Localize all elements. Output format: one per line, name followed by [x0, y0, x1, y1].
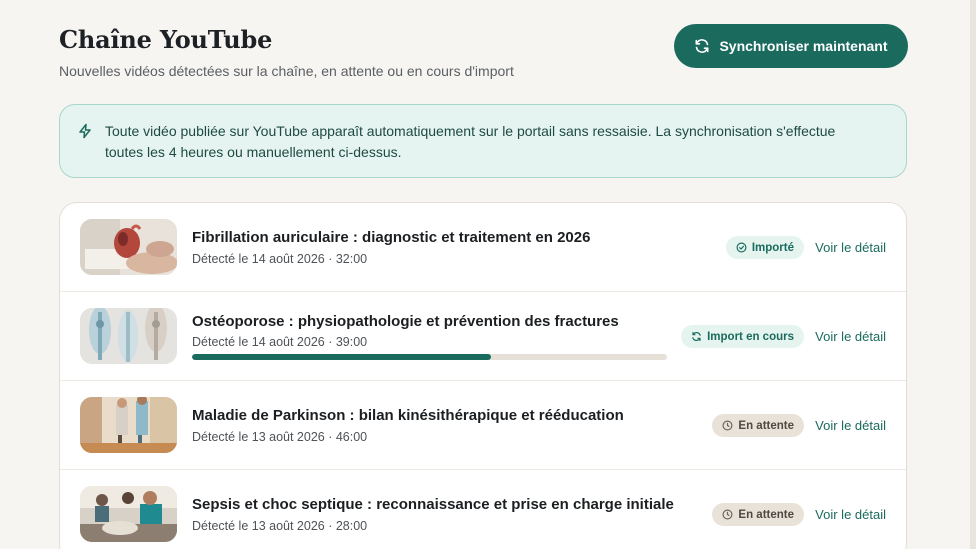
status-badge: Importé: [725, 236, 804, 259]
video-row: Fibrillation auriculaire : diagnostic et…: [60, 203, 906, 292]
import-progress-fill: [192, 354, 492, 360]
sync-now-button[interactable]: Synchroniser maintenant: [674, 24, 908, 68]
video-meta: Détecté le 13 août 2026 · 28:00: [192, 519, 368, 533]
scrollbar[interactable]: [970, 0, 976, 549]
page-header: Chaîne YouTube Nouvelles vidéos détectée…: [59, 24, 908, 80]
info-banner: Toute vidéo publiée sur YouTube apparaît…: [59, 104, 907, 178]
video-meta: Détecté le 13 août 2026 · 46:00: [192, 430, 368, 444]
banner-text-line-1: Toute vidéo publiée sur YouTube apparaît…: [105, 123, 836, 139]
status-badge: En attente: [712, 414, 804, 437]
video-thumbnail: [80, 308, 177, 364]
bolt-icon: [79, 123, 91, 139]
status-label: Importé: [751, 241, 794, 254]
video-title: Sepsis et choc septique : reconnaissance…: [192, 496, 674, 513]
refresh-icon: [695, 39, 709, 53]
video-title: Fibrillation auriculaire : diagnostic et…: [192, 229, 591, 246]
sync-button-label: Synchroniser maintenant: [719, 38, 888, 54]
view-detail-link[interactable]: Voir le détail: [815, 507, 886, 522]
video-row: Maladie de Parkinson : bilan kinésithéra…: [60, 381, 906, 470]
status-label: Import en cours: [707, 330, 794, 343]
video-list: Fibrillation auriculaire : diagnostic et…: [59, 202, 907, 549]
status-badge: En attente: [712, 503, 804, 526]
video-meta: Détecté le 14 août 2026 · 32:00: [192, 252, 368, 266]
refresh-icon: [692, 332, 701, 341]
banner-text: Toute vidéo publiée sur YouTube apparaît…: [105, 121, 835, 163]
status-badge: Import en cours: [681, 325, 804, 348]
view-detail-link[interactable]: Voir le détail: [815, 240, 886, 255]
page-title: Chaîne YouTube: [59, 25, 273, 54]
banner-text-line-2: toutes les 4 heures ou manuellement ci-d…: [105, 144, 402, 160]
clock-icon: [722, 420, 733, 431]
video-title: Ostéoporose : physiopathologie et préven…: [192, 313, 619, 330]
clock-icon: [722, 509, 733, 520]
status-label: En attente: [738, 419, 794, 432]
video-row: Sepsis et choc septique : reconnaissance…: [60, 470, 906, 549]
video-meta: Détecté le 14 août 2026 · 39:00: [192, 335, 368, 349]
import-progress-bar: [192, 354, 667, 360]
video-thumbnail: [80, 219, 177, 275]
view-detail-link[interactable]: Voir le détail: [815, 418, 886, 433]
video-title: Maladie de Parkinson : bilan kinésithéra…: [192, 407, 624, 424]
video-row: Ostéoporose : physiopathologie et préven…: [60, 292, 906, 381]
title-block: Chaîne YouTube Nouvelles vidéos détectée…: [59, 24, 514, 80]
view-detail-link[interactable]: Voir le détail: [815, 329, 886, 344]
video-thumbnail: [80, 397, 177, 453]
check-circle-icon: [736, 242, 747, 253]
page-subtitle: Nouvelles vidéos détectées sur la chaîne…: [59, 63, 514, 79]
video-thumbnail: [80, 486, 177, 542]
status-label: En attente: [738, 508, 794, 521]
